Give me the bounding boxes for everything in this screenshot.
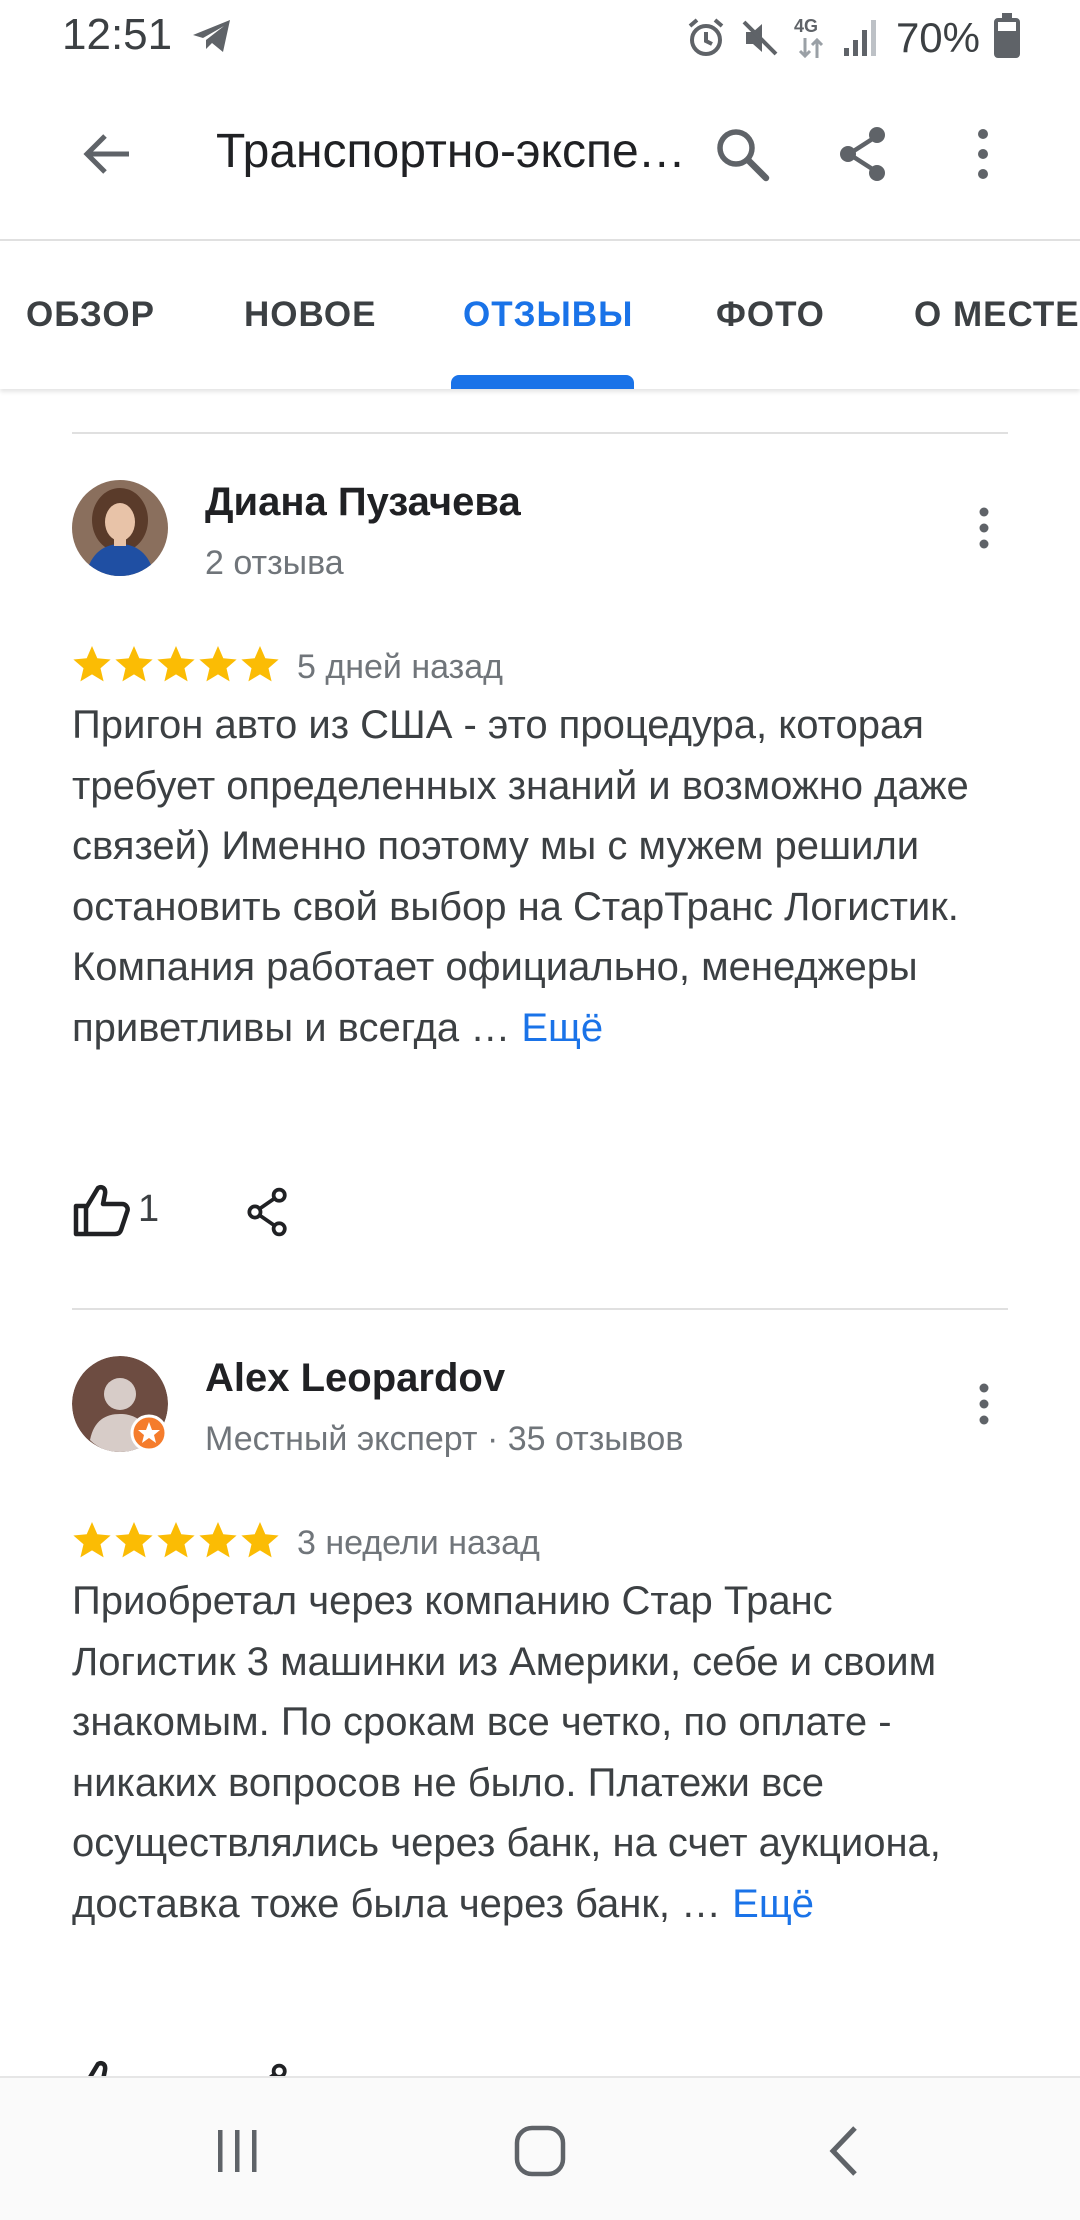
more-options-button[interactable]: [943, 114, 1023, 194]
review-body: Приобретал через компанию Стар Транс Лог…: [72, 1579, 941, 1926]
avatar-photo: [72, 480, 168, 576]
system-nav-bar: [0, 2076, 1080, 2220]
status-icons: 4G 70%: [686, 13, 1020, 62]
read-more-link[interactable]: Ещё: [521, 1006, 603, 1050]
alarm-icon: [688, 18, 724, 56]
star-icon: [241, 646, 279, 682]
app-bar: Транспортно-экспедиционная компания Стар…: [0, 76, 1080, 241]
review-text: Приобретал через компанию Стар Транс Лог…: [72, 1571, 972, 1934]
like-count: 1: [138, 1188, 160, 1230]
star-icon: [199, 646, 237, 682]
tab-indicator: [451, 375, 634, 389]
tab-about[interactable]: О МЕСТЕ: [914, 295, 1080, 335]
share-button[interactable]: [823, 114, 903, 194]
more-vert-icon: [978, 129, 988, 179]
tab-new[interactable]: НОВОЕ: [244, 295, 376, 335]
nav-back-button[interactable]: [793, 2106, 893, 2196]
tab-reviews[interactable]: ОТЗЫВЫ: [463, 295, 633, 335]
signal-icon: [843, 20, 876, 56]
author-name[interactable]: Alex Leopardov: [205, 1356, 505, 1401]
home-icon: [514, 2125, 566, 2177]
battery-percent: 70%: [895, 14, 980, 61]
read-more-link[interactable]: Ещё: [732, 1882, 814, 1926]
more-vert-icon: [979, 507, 989, 549]
star-icon: [115, 1522, 153, 1558]
telegram-icon: [193, 20, 230, 52]
back-arrow-icon: [83, 134, 129, 174]
star-rating: [72, 644, 280, 684]
review-more-button[interactable]: [959, 1364, 1009, 1444]
network-4g-icon: 4G: [794, 16, 828, 60]
star-icon: [115, 646, 153, 682]
network-label: 4G: [793, 16, 818, 36]
tab-bar: ОБЗОР НОВОЕ ОТЗЫВЫ ФОТО О МЕСТЕ: [0, 243, 1080, 389]
status-bar: 12:51 4G 70%: [0, 0, 1080, 76]
like-button[interactable]: [72, 1180, 132, 1240]
star-icon: [199, 1522, 237, 1558]
review-more-button[interactable]: [959, 488, 1009, 568]
back-icon: [829, 2126, 857, 2176]
star-icon: [73, 646, 111, 682]
back-button[interactable]: [67, 114, 147, 194]
divider: [72, 432, 1008, 434]
home-button[interactable]: [490, 2106, 590, 2196]
star-icon: [73, 1522, 111, 1558]
mute-icon: [742, 20, 778, 56]
search-button[interactable]: [702, 114, 782, 194]
author-meta: Местный эксперт · 35 отзывов: [205, 1420, 684, 1458]
review-date: 5 дней назад: [297, 648, 503, 686]
status-time: 12:51: [62, 10, 173, 59]
review-text: Пригон авто из США - это процедура, кото…: [72, 695, 972, 1058]
star-icon: [157, 1522, 195, 1558]
avatar[interactable]: [72, 1356, 168, 1452]
search-icon: [717, 129, 770, 182]
tab-photos[interactable]: ФОТО: [716, 295, 825, 335]
page-title: Транспортно-экспедиционная компания Стар…: [216, 125, 686, 178]
author-meta: 2 отзыва: [205, 544, 344, 582]
review-date: 3 недели назад: [297, 1524, 540, 1562]
author-name[interactable]: Диана Пузачева: [205, 480, 521, 525]
star-icon: [241, 1522, 279, 1558]
local-guide-badge-icon: [130, 1414, 168, 1452]
divider: [72, 1308, 1008, 1310]
review-share-button[interactable]: [240, 1184, 296, 1240]
tab-overview[interactable]: ОБЗОР: [26, 295, 155, 335]
avatar[interactable]: [72, 480, 168, 576]
recent-apps-icon: [218, 2130, 257, 2172]
review-body: Пригон авто из США - это процедура, кото…: [72, 703, 969, 1050]
share-icon: [247, 1187, 287, 1237]
more-vert-icon: [979, 1383, 989, 1425]
star-rating: [72, 1520, 280, 1560]
battery-icon: [994, 13, 1020, 58]
share-icon: [840, 127, 885, 181]
thumb-up-icon: [73, 1185, 130, 1237]
star-icon: [157, 646, 195, 682]
recent-apps-button[interactable]: [188, 2106, 288, 2196]
